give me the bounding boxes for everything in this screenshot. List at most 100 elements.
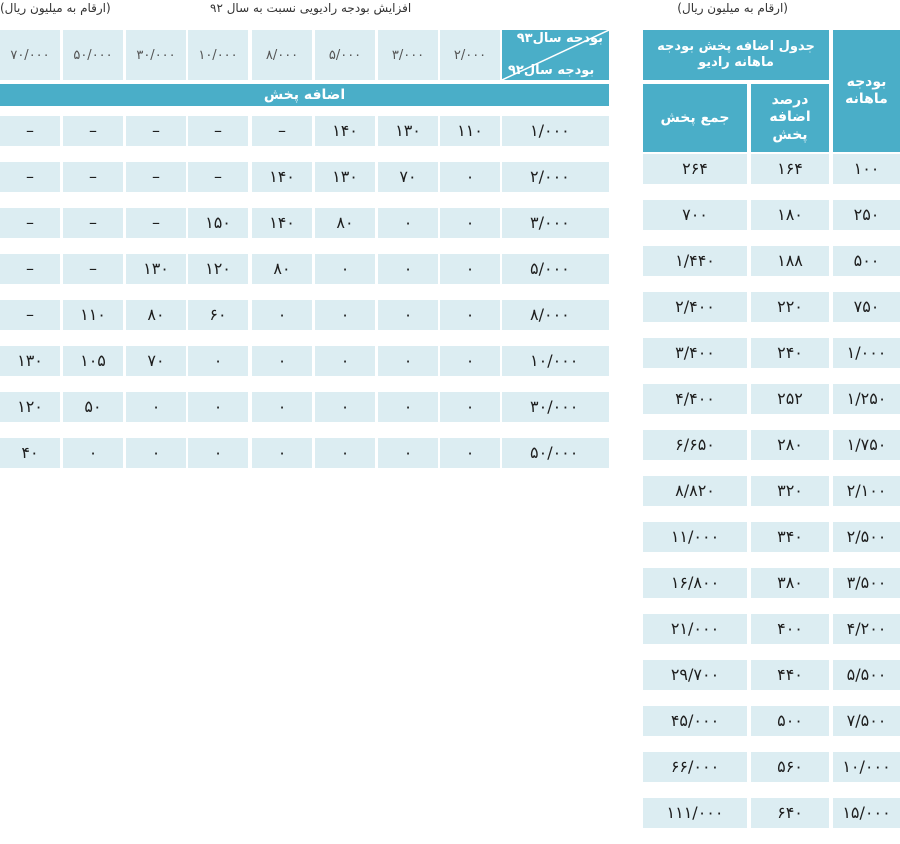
percent-cell: ۲۴۰ (751, 338, 829, 368)
increase-cell: ۰ (188, 438, 248, 468)
increase-cell: ۰ (315, 346, 375, 376)
increase-cell: – (63, 116, 123, 146)
budget-cell: ۱۵/۰۰۰ (833, 798, 900, 828)
budget-cell: ۱۰۰ (833, 154, 900, 184)
total-cell: ۲۹/۷۰۰ (643, 660, 747, 690)
increase-cell: ۰ (252, 392, 312, 422)
percent-cell: ۳۸۰ (751, 568, 829, 598)
column-header-year93: ۸/۰۰۰ (252, 30, 312, 80)
percent-cell: ۳۴۰ (751, 522, 829, 552)
increase-cell: ۱۴۰ (252, 208, 312, 238)
total-cell: ۷۰۰ (643, 200, 747, 230)
increase-cell: ۱۱۰ (440, 116, 500, 146)
increase-cell: ۱۱۰ (63, 300, 123, 330)
increase-cell: – (126, 208, 186, 238)
increase-cell: – (0, 254, 60, 284)
increase-cell: ۷۰ (378, 162, 438, 192)
corner-year93-label: بودجه سال۹۳ (516, 31, 603, 46)
total-cell: ۲/۴۰۰ (643, 292, 747, 322)
percent-cell: ۱۸۰ (751, 200, 829, 230)
increase-cell: ۵۰ (63, 392, 123, 422)
percent-cell: ۴۰۰ (751, 614, 829, 644)
increase-cell: ۱۳۰ (378, 116, 438, 146)
percent-cell: ۴۴۰ (751, 660, 829, 690)
budget-cell: ۲۵۰ (833, 200, 900, 230)
increase-cell: ۱۴۰ (315, 116, 375, 146)
increase-cell: ۰ (252, 300, 312, 330)
column-header-year93: ۷۰/۰۰۰ (0, 30, 60, 80)
budget-cell: ۲/۵۰۰ (833, 522, 900, 552)
corner-year92-label: بودجه سال۹۲ (508, 62, 595, 78)
increase-cell: ۰ (440, 254, 500, 284)
row-label-year92: ۳/۰۰۰ (502, 208, 609, 238)
increase-cell: ۰ (440, 346, 500, 376)
budget-cell: ۴/۲۰۰ (833, 614, 900, 644)
increase-cell: ۰ (378, 346, 438, 376)
budget-cell: ۵۰۰ (833, 246, 900, 276)
increase-cell: ۰ (378, 254, 438, 284)
increase-cell: ۰ (188, 346, 248, 376)
column-header-year93: ۳/۰۰۰ (378, 30, 438, 80)
total-cell: ۱۱۱/۰۰۰ (643, 798, 747, 828)
total-cell: ۶/۶۵۰ (643, 430, 747, 460)
increase-cell: ۰ (440, 208, 500, 238)
total-cell: ۶۶/۰۰۰ (643, 752, 747, 782)
increase-cell: ۰ (315, 254, 375, 284)
increase-cell: ۷۰ (126, 346, 186, 376)
total-cell: ۳/۴۰۰ (643, 338, 747, 368)
increase-cell: – (0, 116, 60, 146)
increase-cell: – (0, 208, 60, 238)
increase-cell: ۱۳۰ (0, 346, 60, 376)
budget-cell: ۷/۵۰۰ (833, 706, 900, 736)
increase-cell: ۱۴۰ (252, 162, 312, 192)
right-unit-note: (ارقام به میلیون ریال) (677, 1, 788, 15)
left-unit-note: (ارقام به میلیون ریال) (0, 1, 111, 15)
increase-cell: ۱۲۰ (188, 254, 248, 284)
increase-cell: ۰ (252, 346, 312, 376)
percent-cell: ۱۶۴ (751, 154, 829, 184)
increase-cell: ۰ (315, 438, 375, 468)
increase-cell: – (63, 162, 123, 192)
increase-cell: ۴۰ (0, 438, 60, 468)
budget-cell: ۲/۱۰۰ (833, 476, 900, 506)
row-label-year92: ۱۰/۰۰۰ (502, 346, 609, 376)
budget-cell: ۱۰/۰۰۰ (833, 752, 900, 782)
total-cell: ۱۱/۰۰۰ (643, 522, 747, 552)
increase-cell: – (63, 208, 123, 238)
increase-cell: ۰ (378, 438, 438, 468)
row-label-year92: ۸/۰۰۰ (502, 300, 609, 330)
row-label-year92: ۱/۰۰۰ (502, 116, 609, 146)
row-label-year92: ۵/۰۰۰ (502, 254, 609, 284)
budget-cell: ۷۵۰ (833, 292, 900, 322)
increase-cell: ۰ (126, 438, 186, 468)
increase-cell: ۰ (440, 162, 500, 192)
increase-cell: ۸۰ (126, 300, 186, 330)
header-monthly-budget: بودجه ماهانه (833, 30, 900, 152)
increase-cell: ۰ (315, 392, 375, 422)
total-cell: ۲۱/۰۰۰ (643, 614, 747, 644)
increase-cell: – (126, 116, 186, 146)
increase-cell: – (188, 162, 248, 192)
increase-cell: – (0, 300, 60, 330)
header-percent: درصد اضافه پخش (751, 84, 829, 152)
increase-cell: – (63, 254, 123, 284)
increase-cell: ۱۰۵ (63, 346, 123, 376)
increase-cell: ۰ (126, 392, 186, 422)
percent-cell: ۱۸۸ (751, 246, 829, 276)
increase-cell: – (188, 116, 248, 146)
percent-cell: ۲۲۰ (751, 292, 829, 322)
total-cell: ۸/۸۲۰ (643, 476, 747, 506)
column-header-year93: ۲/۰۰۰ (440, 30, 500, 80)
column-header-year93: ۳۰/۰۰۰ (126, 30, 186, 80)
corner-header: بودجه سال۹۳ بودجه سال۹۲ (502, 30, 609, 80)
increase-cell: ۰ (252, 438, 312, 468)
increase-cell: ۰ (378, 208, 438, 238)
increase-cell: ۰ (440, 392, 500, 422)
increase-cell: ۰ (440, 438, 500, 468)
percent-cell: ۶۴۰ (751, 798, 829, 828)
total-cell: ۴۵/۰۰۰ (643, 706, 747, 736)
budget-cell: ۵/۵۰۰ (833, 660, 900, 690)
percent-cell: ۵۰۰ (751, 706, 829, 736)
budget-cell: ۱/۰۰۰ (833, 338, 900, 368)
total-cell: ۱۶/۸۰۰ (643, 568, 747, 598)
